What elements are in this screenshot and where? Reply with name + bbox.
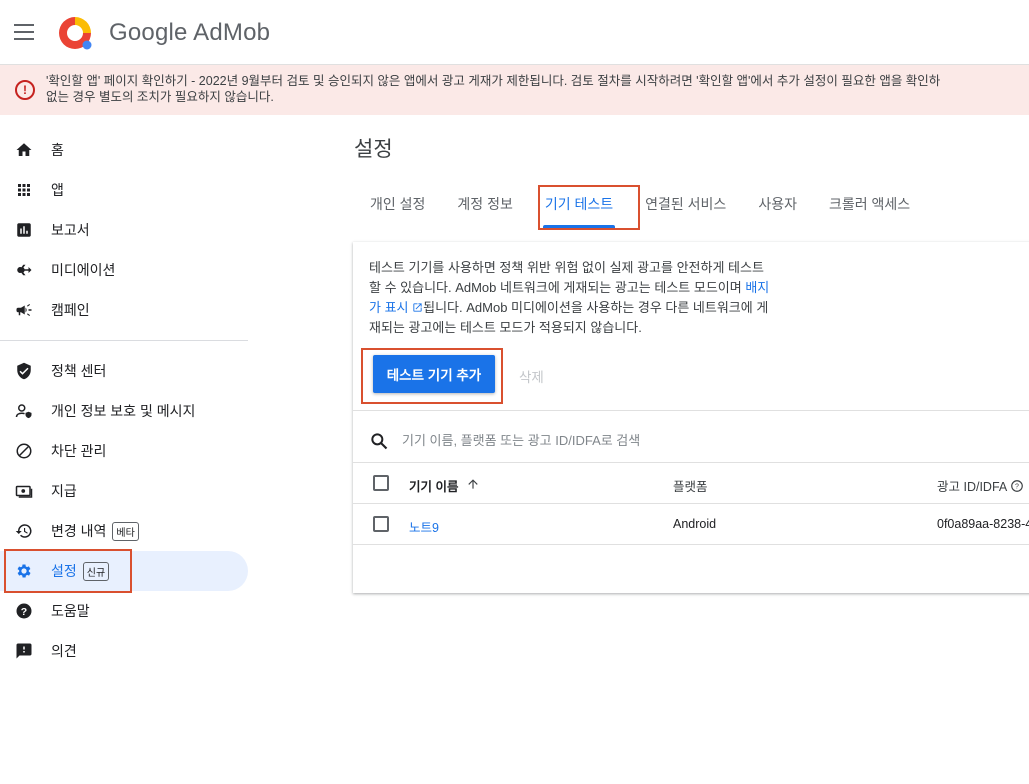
tab-personal-settings[interactable]: 개인 설정 — [354, 186, 441, 226]
device-ad-id: 0f0a89aa-8238-4c — [937, 517, 1029, 531]
sidebar-item-apps[interactable]: 앱 — [0, 170, 250, 210]
tab-linked-services[interactable]: 연결된 서비스 — [629, 186, 742, 226]
select-all-checkbox[interactable] — [373, 475, 389, 491]
hamburger-menu-icon[interactable] — [14, 24, 34, 40]
error-icon: ! — [15, 80, 35, 100]
payments-icon — [14, 481, 34, 501]
help-outline-icon[interactable]: ? — [1010, 479, 1024, 493]
test-devices-card: 테스트 기기를 사용하면 정책 위반 위험 없이 실제 광고를 안전하게 테스트… — [353, 242, 1029, 593]
sidebar-item-payments[interactable]: 지급 — [0, 471, 250, 511]
feedback-icon — [14, 641, 34, 661]
home-icon — [14, 140, 34, 160]
test-devices-description: 테스트 기기를 사용하면 정책 위반 위험 없이 실제 광고를 안전하게 테스트… — [369, 258, 831, 338]
sidebar-item-home[interactable]: 홈 — [0, 130, 250, 170]
brand-name: Google AdMob — [109, 19, 271, 46]
sort-arrow-up-icon[interactable] — [466, 477, 480, 491]
sidebar-item-label: 홈 — [51, 142, 64, 158]
sidebar-item-label: 보고서 — [51, 222, 90, 238]
apps-grid-icon — [14, 180, 34, 200]
sidebar-item-label: 캠페인 — [51, 302, 90, 318]
badge-link[interactable]: 배지 — [745, 280, 769, 295]
campaign-megaphone-icon — [14, 300, 34, 320]
sidebar-item-policy-center[interactable]: 정책 센터 — [0, 351, 250, 391]
sidebar-item-help[interactable]: ? 도움말 — [0, 591, 250, 631]
page-title: 설정 — [354, 138, 393, 161]
sidebar-item-label: 미디에이션 — [51, 262, 116, 278]
sidebar-item-label: 변경 내역 — [51, 523, 107, 539]
search-input[interactable] — [402, 428, 802, 452]
banner-line-2: 없는 경우 별도의 조치가 필요하지 않습니다. — [46, 90, 274, 104]
svg-text:?: ? — [21, 606, 27, 618]
sidebar-item-privacy[interactable]: 개인 정보 보호 및 메시지 — [0, 391, 250, 431]
delete-button[interactable]: 삭제 — [519, 366, 544, 386]
sidebar-item-campaigns[interactable]: 캠페인 — [0, 290, 250, 330]
column-header-ad-id: 광고 ID/IDFA ? — [937, 476, 1024, 495]
divider — [353, 410, 1029, 411]
banner-line-1: '확인할 앱' 페이지 확인하기 - 2022년 9월부터 검토 및 승인되지 … — [46, 74, 941, 88]
banner-message: '확인할 앱' 페이지 확인하기 - 2022년 9월부터 검토 및 승인되지 … — [46, 73, 1029, 105]
beta-badge: 베타 — [112, 521, 139, 541]
sidebar-item-label: 앱 — [51, 182, 64, 198]
shield-check-icon — [14, 361, 34, 381]
warning-banner: ! '확인할 앱' 페이지 확인하기 - 2022년 9월부터 검토 및 승인되… — [0, 65, 1029, 115]
admob-logo — [59, 17, 92, 50]
description-line: 할 수 있습니다. AdMob 네트워크에 게재되는 광고는 테스트 모드이며 … — [369, 278, 831, 298]
description-line: 재되는 광고에는 테스트 모드가 적용되지 않습니다. — [369, 320, 642, 335]
device-platform: Android — [673, 517, 717, 531]
sidebar-item-reports[interactable]: 보고서 — [0, 210, 250, 250]
sidebar-divider — [0, 340, 248, 341]
device-name-link[interactable]: 노트9 — [409, 517, 439, 536]
history-icon — [14, 521, 34, 541]
top-app-bar: Google AdMob — [0, 0, 1029, 65]
divider — [353, 462, 1029, 463]
tab-highlight-box — [538, 185, 640, 230]
column-header-platform: 플랫폼 — [673, 480, 708, 494]
external-link-icon — [413, 303, 422, 312]
add-button-highlight-box — [361, 348, 503, 404]
sidebar-item-feedback[interactable]: 의견 — [0, 631, 250, 671]
search-icon — [371, 433, 388, 450]
tab-crawler-access[interactable]: 크롤러 액세스 — [813, 186, 926, 226]
settings-tabs: 개인 설정 계정 정보 기기 테스트 연결된 서비스 사용자 크롤러 액세스 — [354, 186, 926, 228]
sidebar-item-label: 도움말 — [51, 603, 90, 619]
description-text: 할 수 있습니다. AdMob 네트워크에 게재되는 광고는 테스트 모드이며 — [369, 280, 746, 295]
block-icon — [14, 441, 34, 461]
divider — [353, 503, 1029, 504]
badge-link-cont[interactable]: 가 표시 — [369, 300, 409, 315]
sidebar-item-change-history[interactable]: 변경 내역 베타 — [0, 511, 250, 551]
sidebar-item-label: 차단 관리 — [51, 443, 107, 459]
sidebar-item-label: 정책 센터 — [51, 363, 107, 379]
ad-id-header-label: 광고 ID/IDFA — [937, 480, 1007, 494]
description-line: 테스트 기기를 사용하면 정책 위반 위험 없이 실제 광고를 안전하게 테스트 — [369, 260, 764, 275]
sidebar-item-mediation[interactable]: 미디에이션 — [0, 250, 250, 290]
description-text: 됩니다. AdMob 미디에이션을 사용하는 경우 다른 네트워크에 게 — [423, 300, 769, 315]
privacy-person-icon — [14, 401, 34, 421]
help-icon: ? — [14, 601, 34, 621]
sidebar-item-blocking[interactable]: 차단 관리 — [0, 431, 250, 471]
row-checkbox[interactable] — [373, 516, 389, 532]
svg-text:?: ? — [1015, 484, 1019, 491]
sidebar-item-label: 지급 — [51, 483, 77, 499]
divider — [353, 544, 1029, 545]
description-line: 가 표시 됩니다. AdMob 미디에이션을 사용하는 경우 다른 네트워크에 … — [369, 298, 831, 318]
column-header-device-name[interactable]: 기기 이름 — [409, 476, 458, 495]
settings-highlight-box — [4, 549, 132, 593]
sidebar-item-label: 의견 — [51, 643, 77, 659]
tab-account-info[interactable]: 계정 정보 — [441, 186, 528, 226]
mediation-icon — [14, 260, 34, 280]
tab-users[interactable]: 사용자 — [742, 186, 813, 226]
report-chart-icon — [14, 220, 34, 240]
sidebar-item-label: 개인 정보 보호 및 메시지 — [51, 403, 196, 419]
